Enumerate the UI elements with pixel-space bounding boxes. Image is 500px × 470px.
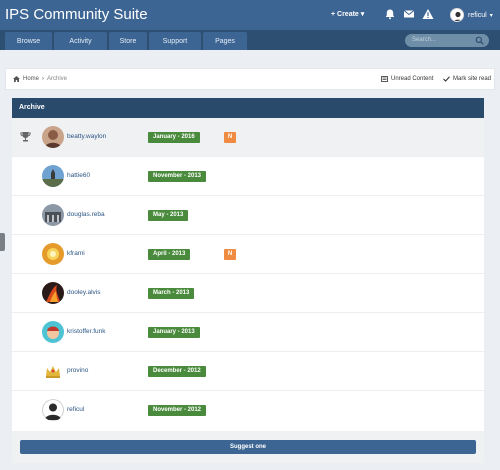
date-badge: January - 2013 bbox=[148, 327, 200, 338]
date-badge: January - 2016 bbox=[148, 132, 200, 143]
breadcrumb-current: Archive bbox=[47, 76, 68, 82]
search-input[interactable]: Search... bbox=[405, 34, 489, 47]
avatar[interactable] bbox=[42, 243, 64, 265]
breadcrumb-home[interactable]: Home bbox=[23, 76, 39, 82]
archive-row: beatty.waylon January - 2016 N bbox=[12, 118, 484, 157]
member-link[interactable]: hattie60 bbox=[67, 172, 90, 179]
archive-footer: Suggest one bbox=[12, 431, 484, 463]
new-badge: N bbox=[224, 249, 236, 260]
member-link[interactable]: reficul bbox=[67, 406, 84, 413]
member-link[interactable]: kframi bbox=[67, 250, 85, 257]
username-label: reficul bbox=[468, 11, 487, 19]
archive-title: Archive bbox=[12, 98, 484, 118]
archive-row: kframi April - 2013 N bbox=[12, 235, 484, 274]
member-link[interactable]: dooley.alvis bbox=[67, 289, 100, 296]
breadcrumb-bar: Home › Archive Unread Content Mark site … bbox=[5, 68, 495, 90]
tab-store[interactable]: Store bbox=[109, 32, 147, 50]
avatar[interactable] bbox=[42, 165, 64, 187]
user-avatar bbox=[450, 8, 464, 22]
archive-row: provino December - 2012 bbox=[12, 352, 484, 391]
member-link[interactable]: douglas.reba bbox=[67, 211, 105, 218]
envelope-icon[interactable] bbox=[403, 8, 415, 20]
breadcrumb-separator: › bbox=[42, 76, 45, 82]
suggest-one-button[interactable]: Suggest one bbox=[20, 440, 476, 454]
mark-site-read-link[interactable]: Mark site read bbox=[443, 76, 491, 82]
tab-activity[interactable]: Activity bbox=[54, 32, 107, 50]
unread-content-link[interactable]: Unread Content bbox=[381, 76, 433, 82]
archive-row: hattie60 November - 2013 bbox=[12, 157, 484, 196]
newspaper-icon bbox=[381, 76, 388, 82]
archive-row: kristoffer.funk January - 2013 bbox=[12, 313, 484, 352]
date-badge: December - 2012 bbox=[148, 366, 206, 377]
archive-row: reficul November - 2012 bbox=[12, 391, 484, 430]
tab-pages[interactable]: Pages bbox=[203, 32, 247, 50]
breadcrumb: Home › Archive bbox=[13, 76, 67, 82]
search-icon[interactable] bbox=[475, 36, 484, 45]
main-navigation: Browse Activity Store Support Pages Sear… bbox=[0, 30, 500, 50]
archive-panel: Archive beatty.waylon January - 2016 N h… bbox=[12, 98, 484, 463]
member-link[interactable]: provino bbox=[67, 367, 88, 374]
mark-site-read-label: Mark site read bbox=[453, 76, 492, 82]
archive-row: douglas.reba May - 2013 bbox=[12, 196, 484, 235]
date-badge: November - 2012 bbox=[148, 405, 207, 416]
avatar[interactable] bbox=[42, 360, 64, 382]
member-link[interactable]: kristoffer.funk bbox=[67, 328, 106, 335]
site-header: IPS Community Suite + Create ▾ reficul ▾ bbox=[0, 0, 500, 30]
create-menu-button[interactable]: + Create ▾ bbox=[331, 10, 364, 18]
date-badge: April - 2013 bbox=[148, 249, 191, 260]
side-drawer-handle[interactable] bbox=[0, 233, 5, 251]
avatar[interactable] bbox=[42, 282, 64, 304]
site-brand[interactable]: IPS Community Suite bbox=[5, 6, 148, 23]
search-placeholder: Search... bbox=[412, 37, 437, 43]
warning-icon[interactable] bbox=[422, 8, 434, 20]
date-badge: May - 2013 bbox=[148, 210, 189, 221]
avatar[interactable] bbox=[42, 126, 64, 148]
avatar[interactable] bbox=[42, 321, 64, 343]
member-link[interactable]: beatty.waylon bbox=[67, 133, 106, 140]
tab-support[interactable]: Support bbox=[149, 32, 201, 50]
home-icon bbox=[13, 76, 20, 82]
date-badge: March - 2013 bbox=[148, 288, 195, 299]
bell-icon[interactable] bbox=[384, 8, 396, 20]
tab-browse[interactable]: Browse bbox=[5, 32, 52, 50]
trophy-icon bbox=[20, 132, 31, 142]
avatar[interactable] bbox=[42, 204, 64, 226]
check-icon bbox=[443, 76, 450, 82]
avatar[interactable] bbox=[42, 399, 64, 421]
archive-row: dooley.alvis March - 2013 bbox=[12, 274, 484, 313]
unread-content-label: Unread Content bbox=[391, 76, 434, 82]
new-badge: N bbox=[224, 132, 236, 143]
user-menu[interactable]: reficul ▾ bbox=[450, 6, 493, 24]
date-badge: November - 2013 bbox=[148, 171, 207, 182]
chevron-down-icon: ▾ bbox=[489, 12, 493, 19]
